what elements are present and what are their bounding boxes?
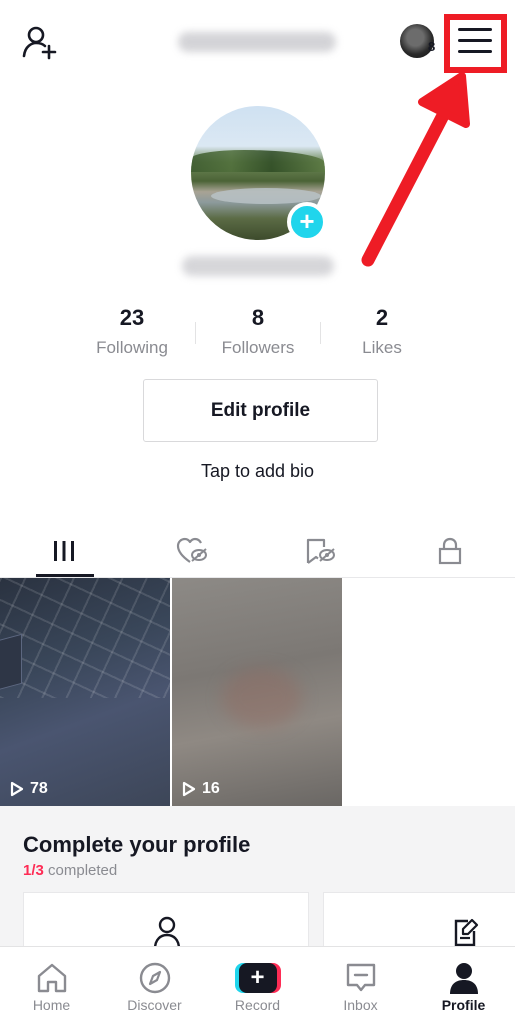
nav-home[interactable]: Home (0, 947, 103, 1024)
profile-photo-card[interactable] (23, 892, 309, 952)
stat-value: 2 (375, 305, 389, 330)
liked-hidden-icon (176, 537, 207, 563)
add-bio-link[interactable]: Tap to add bio (0, 461, 515, 482)
view-count-value: 78 (30, 780, 48, 797)
menu-button[interactable] (458, 28, 492, 58)
bottom-navigation: Home Discover + Record Inbox Profile (0, 946, 515, 1024)
profile-tabs (0, 524, 515, 578)
edit-profile-button[interactable]: Edit profile (143, 379, 378, 442)
person-icon (153, 916, 181, 949)
active-tab-indicator (36, 574, 94, 577)
play-icon (10, 781, 24, 797)
menu-line (458, 28, 492, 31)
view-count-value: 16 (202, 780, 220, 797)
nav-label: Discover (127, 997, 182, 1013)
stat-label: Likes (362, 338, 402, 357)
stat-value: 23 (119, 305, 145, 330)
nav-record[interactable]: + Record (206, 947, 309, 1024)
tab-favorites[interactable] (256, 524, 384, 578)
nav-discover[interactable]: Discover (103, 947, 206, 1024)
play-icon (182, 781, 196, 797)
stat-followers[interactable]: 8 Followers (198, 304, 318, 362)
bio-card[interactable] (323, 892, 515, 952)
keyboard-texture (0, 578, 170, 698)
nav-profile[interactable]: Profile (412, 947, 515, 1024)
add-photo-plus-icon[interactable]: + (287, 202, 327, 242)
lock-icon (438, 537, 462, 565)
video-thumbnail[interactable]: 78 (0, 578, 170, 806)
floor-texture (222, 668, 302, 728)
nav-label: Profile (441, 997, 486, 1013)
stat-likes[interactable]: 2 Likes (322, 304, 442, 362)
complete-profile-title: Complete your profile (23, 832, 251, 857)
nav-label: Record (234, 997, 281, 1013)
complete-profile-progress: 1/3 completed (23, 862, 117, 879)
stat-divider (320, 322, 321, 344)
stat-label: Followers (221, 338, 295, 357)
nav-label: Inbox (343, 997, 378, 1013)
video-thumbnail[interactable]: 16 (172, 578, 342, 806)
username-blurred[interactable] (178, 32, 336, 52)
home-icon (37, 963, 66, 993)
record-plus-icon: + (234, 963, 281, 993)
touchpad-shape (0, 633, 22, 693)
tab-private[interactable] (386, 524, 514, 578)
notification-count: 8 (428, 39, 436, 54)
menu-line (458, 50, 492, 53)
tab-liked[interactable] (128, 524, 256, 578)
stat-divider (195, 322, 196, 344)
nav-inbox[interactable]: Inbox (309, 947, 412, 1024)
add-user-icon[interactable] (22, 24, 60, 62)
grid-videos-icon (54, 541, 74, 561)
profile-icon (449, 963, 478, 994)
view-count: 78 (10, 780, 48, 798)
edit-note-icon (454, 918, 479, 947)
annotation-arrow (361, 72, 470, 267)
stat-value: 8 (251, 305, 265, 330)
inbox-icon (346, 963, 375, 992)
avatar-photo-trees (191, 150, 325, 172)
progress-done: 1/3 (23, 862, 44, 879)
handle-blurred (182, 256, 334, 276)
view-count: 16 (182, 780, 220, 798)
progress-suffix: completed (43, 862, 118, 879)
menu-line (458, 39, 492, 42)
nav-label: Home (32, 997, 71, 1013)
stat-label: Following (96, 338, 168, 357)
compass-icon (139, 962, 170, 994)
tab-videos[interactable] (0, 524, 128, 578)
bookmark-hidden-icon (306, 538, 335, 564)
stat-following[interactable]: 23 Following (72, 304, 192, 362)
